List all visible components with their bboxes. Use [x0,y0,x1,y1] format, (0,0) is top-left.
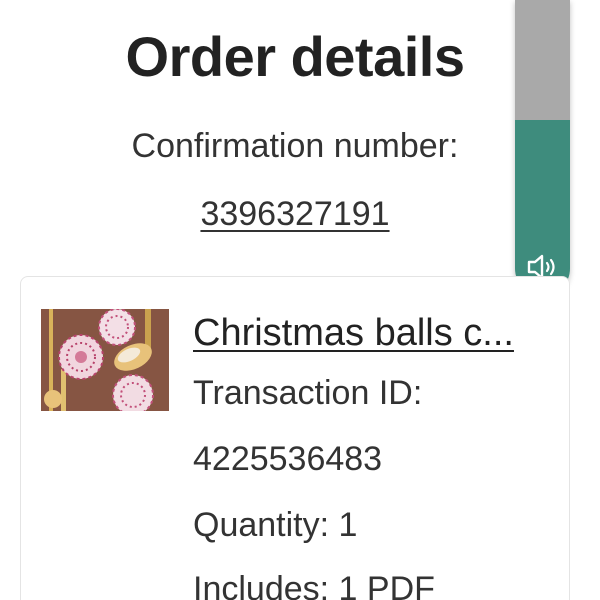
confirmation-number-link[interactable]: 3396327191 [200,195,389,233]
item-title: Christmas balls c... [193,309,563,357]
quantity-label: Quantity: [193,506,330,544]
includes-label: Includes: [193,570,330,600]
transaction-id-label: Transaction ID: [193,374,423,412]
order-item-card: Christmas balls c... Transaction ID: 422… [20,276,570,600]
includes-value: 1 PDF [338,570,435,600]
christmas-ornaments-thumbnail[interactable] [41,309,169,411]
order-details-page: Order details Confirmation number: 33963… [0,0,600,600]
confirmation-label: Confirmation number: [131,127,459,165]
page-title: Order details [125,25,465,88]
quantity-value: 1 [338,506,358,544]
scroll-track[interactable] [515,0,570,120]
item-title-link[interactable]: Christmas balls c... [193,312,514,354]
includes-row: Includes: 1 PDF [193,567,435,600]
transaction-id-value: 4225536483 [193,440,383,478]
quantity-row: Quantity: 1 [193,503,357,547]
confirmation-number: 3396327191 [0,192,590,236]
scroll-speaker-widget[interactable] [515,0,570,296]
